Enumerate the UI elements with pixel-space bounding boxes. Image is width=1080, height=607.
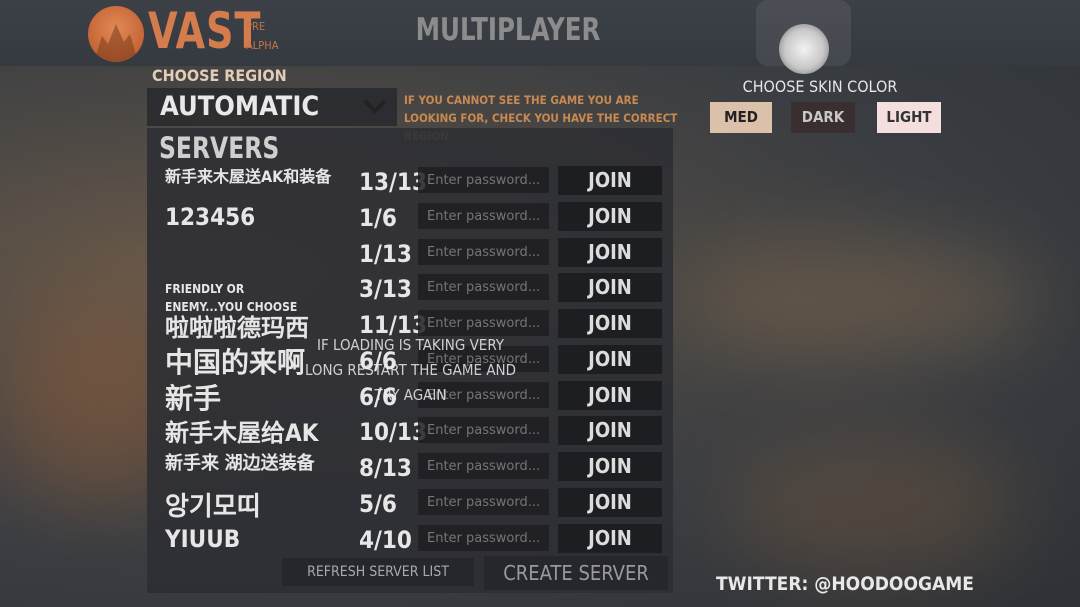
server-row: YIUUB 4/10 JOIN: [147, 523, 673, 557]
server-name: 新手木屋给AK: [165, 419, 319, 447]
chevron-down-icon: [363, 98, 387, 118]
skin-med-button[interactable]: MED: [710, 102, 772, 133]
server-row: FRIENDLY OR ENEMY...YOU CHOOSE3/13JOIN: [147, 272, 673, 314]
password-input[interactable]: [418, 417, 549, 443]
choose-region-label: CHOOSE REGION: [152, 66, 287, 85]
join-button[interactable]: JOIN: [558, 416, 662, 445]
password-input[interactable]: [418, 525, 549, 551]
join-button[interactable]: JOIN: [558, 381, 662, 410]
server-name: 啦啦啦德玛西: [165, 314, 309, 342]
server-row: 新手来木屋送AK和装备 13/13 JOIN: [147, 165, 673, 199]
player-count: 3/13: [359, 275, 412, 303]
server-name: 앙기모띠: [165, 492, 261, 522]
server-name: 123456: [165, 203, 256, 231]
join-button[interactable]: JOIN: [558, 309, 662, 338]
password-input[interactable]: [418, 167, 549, 193]
player-count: 1/6: [359, 204, 397, 232]
join-button[interactable]: JOIN: [558, 488, 662, 517]
server-row: 1/13 JOIN: [147, 237, 673, 271]
choose-skin-label: CHOOSE SKIN COLOR: [742, 77, 898, 96]
join-button[interactable]: JOIN: [558, 166, 662, 195]
password-input[interactable]: [418, 274, 549, 300]
loading-message: IF LOADING IS TAKING VERY LONG RESTART T…: [304, 336, 517, 404]
join-button[interactable]: JOIN: [558, 524, 662, 553]
join-button[interactable]: JOIN: [558, 273, 662, 302]
server-row: 新手来 湖边送装备 8/13 JOIN: [147, 451, 673, 485]
region-dropdown[interactable]: AUTOMATIC: [147, 88, 397, 126]
skin-dark-button[interactable]: DARK: [791, 102, 855, 133]
server-row: 新手木屋给AK 10/13 JOIN: [147, 415, 673, 449]
background-glow: [720, 430, 1020, 580]
region-selected-value: AUTOMATIC: [160, 91, 320, 122]
player-count: 4/10: [359, 526, 412, 554]
player-count: 5/6: [359, 490, 397, 518]
servers-title: SERVERS: [159, 131, 280, 165]
refresh-server-list-button[interactable]: REFRESH SERVER LIST: [282, 558, 474, 586]
background-glow: [680, 240, 1040, 360]
player-count: 8/13: [359, 454, 412, 482]
join-button[interactable]: JOIN: [558, 345, 662, 374]
join-button[interactable]: JOIN: [558, 238, 662, 267]
join-button[interactable]: JOIN: [558, 202, 662, 231]
password-input[interactable]: [418, 489, 549, 515]
password-input[interactable]: [418, 203, 549, 229]
server-row: 앙기모띠 5/6 JOIN: [147, 487, 673, 522]
server-row: 123456 1/6 JOIN: [147, 201, 673, 235]
player-count: 1/13: [359, 240, 412, 268]
player-count: 10/13: [359, 418, 427, 446]
lock-icon[interactable]: [779, 24, 829, 74]
server-name: YIUUB: [165, 525, 241, 553]
create-server-button[interactable]: CREATE SERVER: [484, 556, 668, 590]
server-name: 新手来木屋送AK和装备: [165, 167, 332, 186]
password-input[interactable]: [418, 453, 549, 479]
player-count: 13/13: [359, 168, 427, 196]
server-name: 中国的来啊: [165, 346, 306, 379]
server-name: 新手来 湖边送装备: [165, 453, 315, 474]
server-name: 新手: [165, 382, 222, 415]
skin-light-button[interactable]: LIGHT: [877, 102, 941, 133]
join-button[interactable]: JOIN: [558, 452, 662, 481]
password-input[interactable]: [418, 239, 549, 265]
twitter-handle: TWITTER: @HOODOOGAME: [716, 573, 974, 595]
